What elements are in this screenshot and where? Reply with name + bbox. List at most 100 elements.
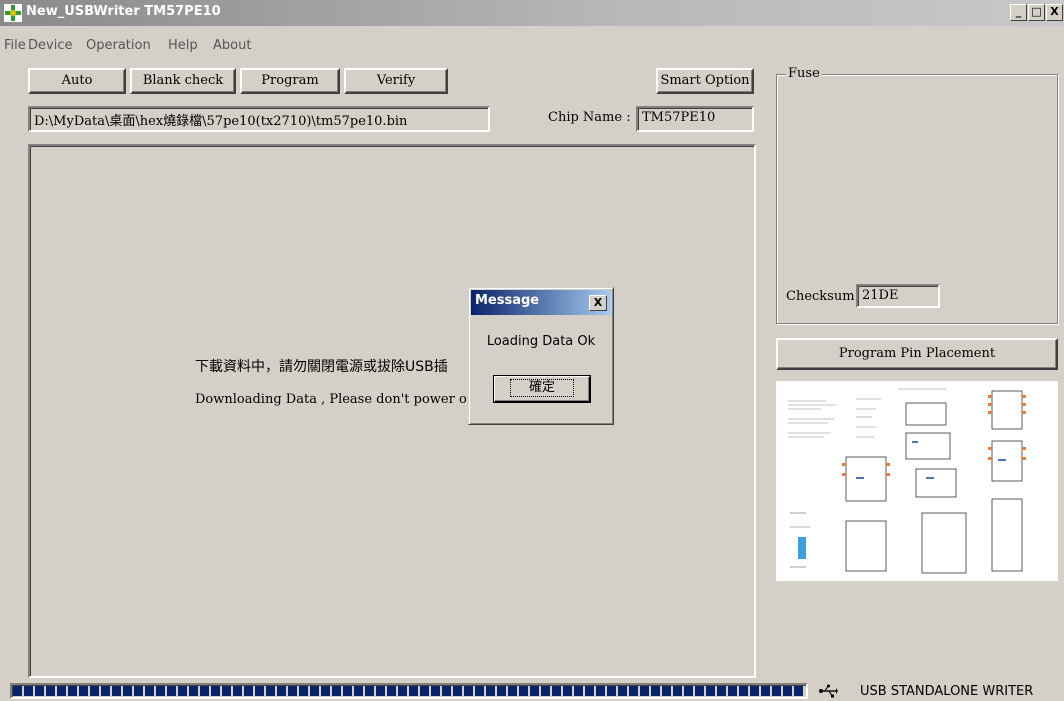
progress-segment	[233, 686, 242, 696]
smart-option-button[interactable]: Smart Option	[656, 68, 754, 94]
progress-segment	[761, 686, 770, 696]
dialog-ok-label: 確定	[509, 379, 574, 397]
progress-segment	[167, 686, 176, 696]
progress-segment	[134, 686, 143, 696]
progress-segment	[541, 686, 550, 696]
progress-segment	[783, 686, 792, 696]
progress-segment	[607, 686, 616, 696]
progress-segment	[266, 686, 275, 696]
progress-fill	[13, 686, 805, 696]
dialog-title: Message	[475, 293, 540, 308]
checksum-label: Checksum	[786, 289, 855, 304]
progress-segment	[794, 686, 803, 696]
progress-segment	[35, 686, 44, 696]
progress-segment	[200, 686, 209, 696]
menu-help[interactable]: Help	[168, 38, 198, 53]
menu-bar: File Device Operation Help About	[0, 38, 400, 58]
progress-segment	[299, 686, 308, 696]
auto-button[interactable]: Auto	[28, 68, 126, 94]
progress-segment	[629, 686, 638, 696]
close-button[interactable]: X	[1046, 4, 1063, 21]
progress-segment	[343, 686, 352, 696]
progress-segment	[354, 686, 363, 696]
menu-device[interactable]: Device	[28, 38, 72, 53]
progress-segment	[13, 686, 22, 696]
verify-button[interactable]: Verify	[344, 68, 448, 94]
progress-segment	[398, 686, 407, 696]
progress-segment	[46, 686, 55, 696]
progress-segment	[376, 686, 385, 696]
progress-segment	[365, 686, 374, 696]
file-path-field[interactable]: D:\MyData\桌面\hex燒錄檔\57pe10(tx2710)\tm57p…	[28, 106, 490, 132]
window-title: New_USBWriter TM57PE10	[26, 4, 221, 19]
progress-segment	[112, 686, 121, 696]
progress-segment	[387, 686, 396, 696]
progress-segment	[453, 686, 462, 696]
progress-segment	[706, 686, 715, 696]
progress-segment	[310, 686, 319, 696]
progress-segment	[255, 686, 264, 696]
progress-segment	[772, 686, 781, 696]
status-text: USB STANDALONE WRITER	[860, 684, 1034, 699]
progress-segment	[156, 686, 165, 696]
maximize-button[interactable]: □	[1028, 4, 1045, 21]
progress-segment	[178, 686, 187, 696]
progress-segment	[695, 686, 704, 696]
checksum-value: 21DE	[862, 288, 899, 303]
progress-segment	[563, 686, 572, 696]
download-message-en: Downloading Data , Please don't power of…	[195, 392, 467, 407]
dialog-message-text: Loading Data Ok	[486, 334, 596, 349]
progress-segment	[640, 686, 649, 696]
progress-segment	[684, 686, 693, 696]
dialog-close-button[interactable]: X	[589, 295, 607, 311]
progress-segment	[508, 686, 517, 696]
progress-segment	[24, 686, 33, 696]
progress-segment	[739, 686, 748, 696]
chip-name-value: TM57PE10	[642, 110, 716, 125]
progress-segment	[244, 686, 253, 696]
progress-segment	[211, 686, 220, 696]
progress-segment	[585, 686, 594, 696]
program-pin-placement-button[interactable]: Program Pin Placement	[776, 338, 1058, 370]
progress-segment	[57, 686, 66, 696]
progress-segment	[519, 686, 528, 696]
progress-segment	[618, 686, 627, 696]
progress-segment	[420, 686, 429, 696]
main-output-panel	[28, 144, 756, 678]
dialog-ok-button[interactable]: 確定	[493, 375, 591, 403]
progress-segment	[288, 686, 297, 696]
progress-segment	[574, 686, 583, 696]
progress-segment	[651, 686, 660, 696]
progress-segment	[464, 686, 473, 696]
progress-segment	[596, 686, 605, 696]
menu-about[interactable]: About	[213, 38, 251, 53]
menu-file[interactable]: File	[4, 38, 26, 53]
chip-name-label: Chip Name :	[548, 110, 631, 125]
progress-segment	[277, 686, 286, 696]
progress-segment	[321, 686, 330, 696]
chip-name-field[interactable]: TM57PE10	[636, 106, 754, 132]
usb-icon	[819, 684, 838, 698]
progress-segment	[90, 686, 99, 696]
progress-segment	[750, 686, 759, 696]
progress-segment	[409, 686, 418, 696]
progress-segment	[101, 686, 110, 696]
progress-segment	[673, 686, 682, 696]
progress-segment	[79, 686, 88, 696]
blank-check-button[interactable]: Blank check	[130, 68, 236, 94]
minimize-button[interactable]: _	[1010, 4, 1027, 21]
checksum-field: 21DE	[856, 284, 940, 308]
progress-segment	[442, 686, 451, 696]
progress-segment	[189, 686, 198, 696]
download-progress-bar	[10, 683, 808, 699]
progress-segment	[717, 686, 726, 696]
progress-segment	[123, 686, 132, 696]
program-button[interactable]: Program	[240, 68, 340, 94]
pin-placement-diagram	[776, 381, 1058, 581]
progress-segment	[486, 686, 495, 696]
menu-operation[interactable]: Operation	[86, 38, 151, 53]
progress-segment	[728, 686, 737, 696]
download-message-zh: 下載資料中，請勿關閉電源或拔除USB插	[195, 359, 448, 375]
app-icon	[4, 4, 22, 22]
message-dialog: Message X Loading Data Ok 確定	[468, 287, 614, 425]
